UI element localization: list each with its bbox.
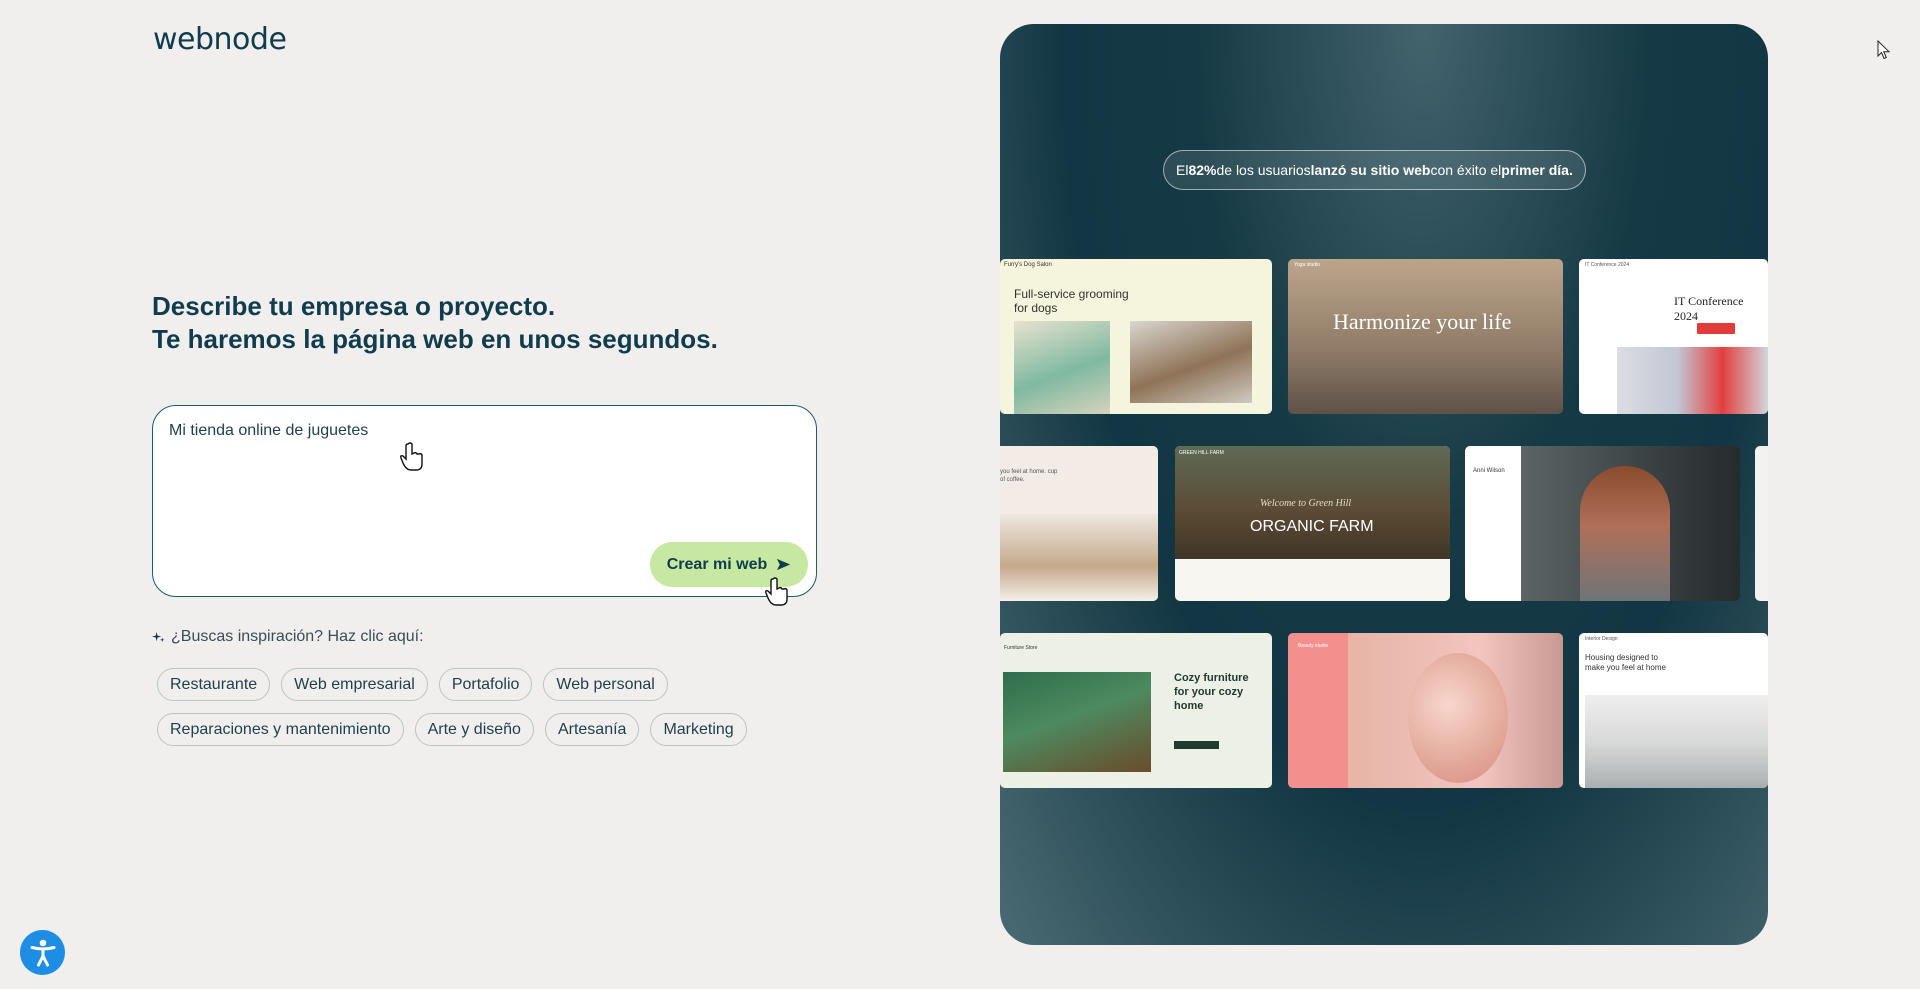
thumb-headline: ORGANIC FARM [1250,518,1374,535]
accessibility-icon [30,939,55,966]
template-thumb-housing: Interior Design Housing designed to make… [1579,633,1768,788]
template-thumb-beauty: Beauty studio [1288,633,1563,788]
project-description-input[interactable] [169,422,789,522]
template-thumb-partial [1755,446,1768,601]
badge-bold-1: 82% [1188,162,1217,178]
webnode-logo[interactable]: webnode [153,22,287,57]
success-stat-badge: El 82% de los usuarios lanzó su sitio we… [1163,150,1586,190]
badge-text-3: con éxito el [1430,162,1502,178]
send-arrow-icon [777,558,791,571]
thumb-headline: Housing designed to make you feel at hom… [1585,653,1666,672]
headline-line-2: Te haremos la página web en unos segundo… [152,324,718,354]
page-headline: Describe tu empresa o proyecto. Te harem… [152,290,718,356]
chip-marketing[interactable]: Marketing [650,713,747,746]
thumb-photo [1014,321,1110,414]
thumb-photo [1003,672,1151,772]
thumb-brand: Furniture Store [1004,645,1038,651]
thumb-headline: Full-service grooming for dogs [1014,287,1129,315]
thumb-brand: Furry's Dog Salon [1004,262,1052,268]
thumb-button [1174,741,1219,749]
thumb-headline: IT Conference 2024 [1674,294,1744,323]
thumb-photo [1617,347,1768,414]
headline-line-1: Describe tu empresa o proyecto. [152,291,556,321]
thumb-text: you feel at home. cup of coffee. [1000,469,1058,483]
template-thumb-dog-salon: Furry's Dog Salon Full-service grooming … [1000,259,1272,414]
thumb-brand: Interior Design [1585,636,1618,642]
chip-reparaciones[interactable]: Reparaciones y mantenimiento [157,713,404,746]
thumb-headline: Harmonize your life [1333,309,1512,334]
thumb-brand: Yoga studio [1294,262,1320,268]
badge-text-1: El [1176,162,1189,178]
thumb-brand: GREEN HILL FARM [1179,450,1224,456]
mouse-pointer-icon [1877,40,1891,60]
hand-cursor-icon [765,577,788,606]
template-thumb-conference: IT Conference 2024 IT Conference 2024 [1579,259,1768,414]
accessibility-button[interactable] [20,930,65,975]
thumb-brand: Beauty studio [1298,643,1329,649]
thumb-script: Welcome to Green Hill [1260,498,1352,509]
thumb-brand: IT Conference 2024 [1585,262,1630,268]
chip-web-empresarial[interactable]: Web empresarial [281,668,428,701]
thumb-photo [1585,695,1768,788]
thumb-photo [1000,514,1158,601]
template-thumb-farm: GREEN HILL FARM Welcome to Green Hill OR… [1175,446,1450,601]
hand-cursor-icon [400,442,423,471]
badge-bold-3: primer día. [1501,162,1573,178]
template-showcase-panel: El 82% de los usuarios lanzó su sitio we… [1000,24,1768,945]
chip-artesania[interactable]: Artesanía [544,713,640,746]
thumb-button [1697,323,1735,334]
thumb-face [1408,653,1508,783]
inspiration-label: ¿Buscas inspiración? Haz clic aquí: [171,628,424,645]
template-thumb-coffee: you feel at home. cup of coffee. [1000,446,1158,601]
badge-bold-2: lanzó su sitio web [1310,162,1431,178]
thumb-name: Anni Wilson [1473,468,1505,474]
chip-portafolio[interactable]: Portafolio [438,668,533,701]
chip-restaurante[interactable]: Restaurante [157,668,271,701]
thumb-portrait [1580,466,1670,601]
template-thumb-furniture: Furniture Store Cozy furniture for your … [1000,633,1272,788]
inspiration-chips: Restaurante Web empresarial Portafolio W… [157,668,817,746]
chip-web-personal[interactable]: Web personal [543,668,668,701]
sparkle-icon [152,631,165,642]
template-thumb-portfolio: Anni Wilson [1465,446,1740,601]
chip-arte-diseno[interactable]: Arte y diseño [414,713,534,746]
template-thumb-yoga: Yoga studio Harmonize your life [1288,259,1563,414]
create-website-label: Crear mi web [666,555,768,573]
thumb-photo [1130,321,1252,403]
project-description-box: Crear mi web [152,405,817,597]
badge-text-2: de los usuarios [1216,162,1311,178]
thumb-headline: Cozy furniture for your cozy home [1174,672,1249,712]
inspiration-prompt: ¿Buscas inspiración? Haz clic aquí: [152,628,424,646]
